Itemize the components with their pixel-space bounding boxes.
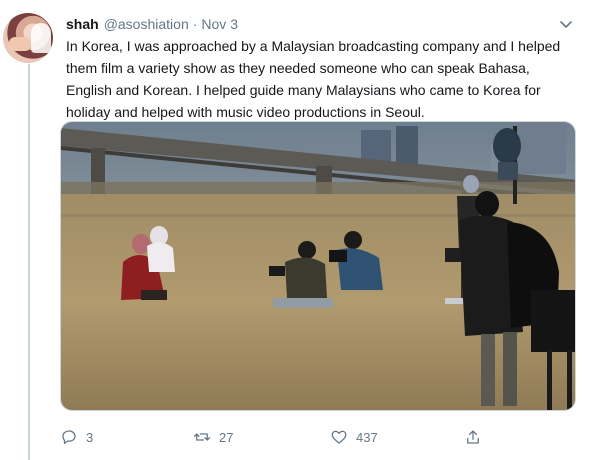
- header-separator: ·: [192, 16, 198, 32]
- avatar-hand: [9, 37, 31, 51]
- chevron-down-icon[interactable]: [556, 14, 576, 34]
- share-button[interactable]: [464, 426, 482, 448]
- avatar-scarf: [31, 23, 51, 53]
- retweet-count: 27: [219, 429, 234, 445]
- like-button[interactable]: 437: [330, 426, 378, 448]
- tweet-header: shah @asoshiation · Nov 3: [66, 14, 576, 34]
- tweet-actions: 3 27 437: [60, 426, 500, 448]
- retweet-button[interactable]: 27: [193, 426, 233, 448]
- thread-connector-line: [28, 64, 30, 460]
- tweet-photo[interactable]: [60, 121, 576, 411]
- author-handle[interactable]: @asoshiation: [104, 14, 189, 34]
- tweet-date[interactable]: Nov 3: [201, 14, 238, 34]
- share-icon: [467, 430, 479, 444]
- retweet-icon: [193, 433, 211, 441]
- reply-button[interactable]: 3: [60, 426, 93, 448]
- avatar[interactable]: [3, 13, 53, 63]
- like-count: 437: [356, 429, 378, 445]
- reply-count: 3: [86, 429, 94, 445]
- tweet-text: In Korea, I was approached by a Malaysia…: [66, 38, 561, 120]
- author-name[interactable]: shah: [66, 14, 99, 34]
- reply-icon: [62, 430, 76, 445]
- heart-icon: [331, 430, 347, 444]
